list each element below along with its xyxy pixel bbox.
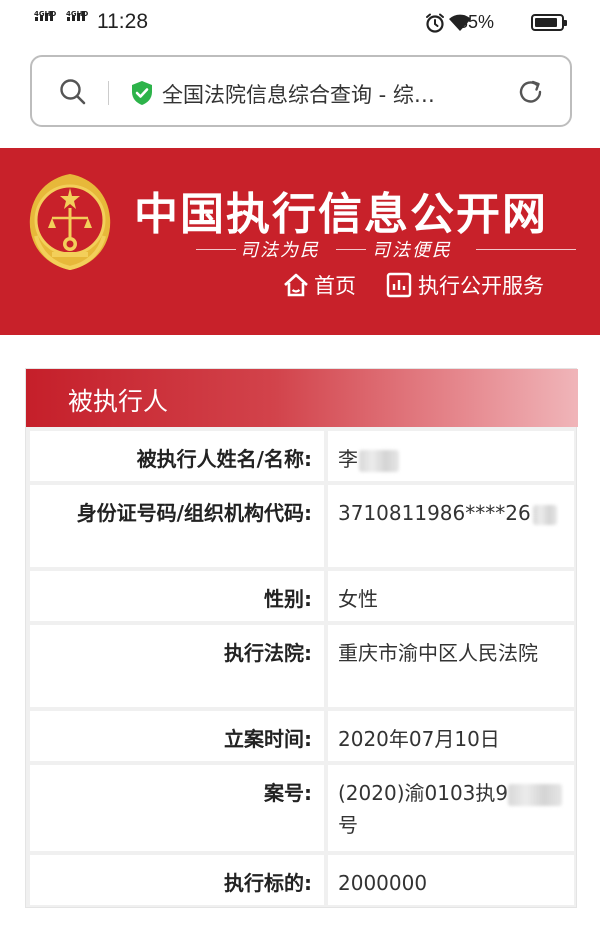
table-row: 案号: (2020)渝0103执9 号 [30,765,574,851]
field-label: 立案时间: [30,711,324,761]
field-value: 3710811986****26 [328,485,574,567]
redaction-blur [532,504,557,525]
slogan-divider [196,249,236,250]
reload-icon[interactable] [516,77,546,107]
nav-service-link[interactable]: 执行公开服务 [386,270,544,300]
card-header: 被执行人 [26,369,578,427]
nav-home-link[interactable]: 首页 [282,270,356,300]
field-value-suffix: 号 [338,813,358,837]
field-value: 女性 [328,571,574,621]
field-value-text: (2020)渝0103执9 [338,781,509,805]
field-value: 李 [328,431,574,481]
field-value-text: 3710811986****26 [338,501,531,525]
nav-service-label: 执行公开服务 [418,274,544,298]
table-row: 立案时间: 2020年07月10日 [30,711,574,761]
field-label: 执行标的: [30,855,324,905]
chart-icon [386,272,412,298]
address-bar[interactable]: 全国法院信息综合查询 - 综… [30,55,572,127]
slogan-left: 司法为民 [240,240,320,261]
secure-shield-icon [132,81,152,105]
field-value: 2020年07月10日 [328,711,574,761]
field-label: 案号: [30,765,324,851]
field-value: (2020)渝0103执9 号 [328,765,574,851]
card-title: 被执行人 [68,387,169,416]
search-icon[interactable] [58,77,88,107]
field-label: 性别: [30,571,324,621]
page-title-in-url[interactable]: 全国法院信息综合查询 - 综… [162,79,492,109]
table-row: 执行标的: 2000000 [30,855,574,905]
redaction-blur [359,449,399,472]
court-emblem-icon [29,174,111,271]
field-label: 执行法院: [30,625,324,707]
redaction-blur [508,783,563,806]
slogan-divider [476,249,576,250]
battery-icon [531,14,567,31]
table-row: 执行法院: 重庆市渝中区人民法院 [30,625,574,707]
field-value: 2000000 [328,855,574,905]
alarm-icon [426,13,444,33]
nav-home-label: 首页 [314,274,356,298]
site-title: 中国执行信息公开网 [134,189,548,240]
slogan-divider [336,249,366,250]
table-row: 被执行人姓名/名称: 李 [30,431,574,481]
battery-percent: 85% [458,12,495,32]
field-value: 重庆市渝中区人民法院 [328,625,574,707]
field-label: 身份证号码/组织机构代码: [30,485,324,567]
field-label: 被执行人姓名/名称: [30,431,324,481]
divider [108,81,109,105]
clock: 11:28 [97,10,148,33]
home-icon [284,273,308,297]
executed-person-card: 被执行人 被执行人姓名/名称: 李 身份证号码/组织机构代码: 37108119… [25,368,578,908]
table-row: 性别: 女性 [30,571,574,621]
field-value-text: 李 [338,447,358,471]
status-bar: 4GHD 4GHD 11:28 85% [0,0,600,46]
table-row: 身份证号码/组织机构代码: 3710811986****26 [30,485,574,567]
site-banner: 中国执行信息公开网 司法为民 司法便民 首页 执行公开服务 [0,148,600,335]
slogan-right: 司法便民 [372,240,452,261]
